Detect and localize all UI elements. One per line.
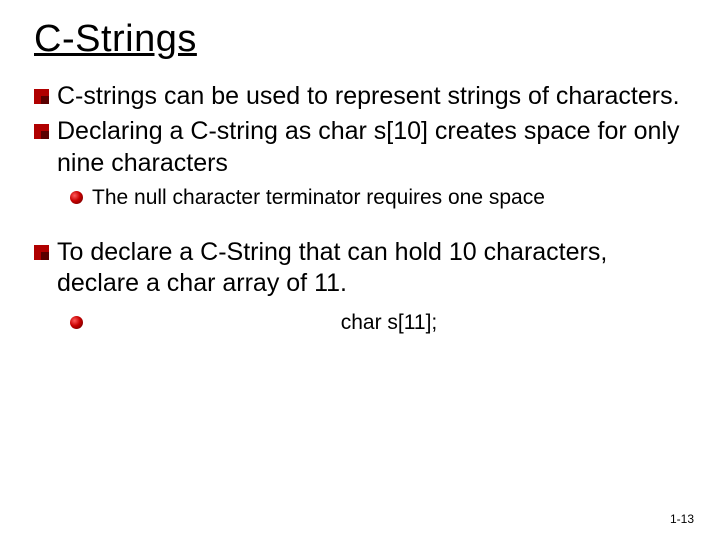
bullet-text-code: char s[11]; — [92, 310, 686, 336]
bullet-level2: char s[11]; — [70, 310, 686, 336]
spacer — [34, 211, 686, 233]
bullet-text: Declaring a C-string as char s[10] creat… — [57, 116, 686, 179]
bullet-list: C-strings can be used to represent strin… — [34, 81, 686, 336]
slide: C-Strings C-strings can be used to repre… — [0, 0, 720, 540]
bullet-level2: The null character terminator requires o… — [70, 185, 686, 211]
spacer — [34, 300, 686, 304]
bullet-level1: Declaring a C-string as char s[10] creat… — [34, 116, 686, 179]
circle-bullet-icon — [70, 191, 84, 205]
bullet-level1: C-strings can be used to represent strin… — [34, 81, 686, 112]
bullet-text: C-strings can be used to represent strin… — [57, 81, 686, 112]
bullet-text: To declare a C-String that can hold 10 c… — [57, 237, 686, 300]
circle-bullet-icon — [70, 316, 84, 330]
square-bullet-icon — [34, 245, 49, 260]
bullet-level1: To declare a C-String that can hold 10 c… — [34, 237, 686, 300]
square-bullet-icon — [34, 89, 49, 104]
page-number: 1-13 — [670, 512, 694, 526]
square-bullet-icon — [34, 124, 49, 139]
bullet-text: The null character terminator requires o… — [92, 185, 686, 211]
slide-title: C-Strings — [34, 18, 686, 61]
